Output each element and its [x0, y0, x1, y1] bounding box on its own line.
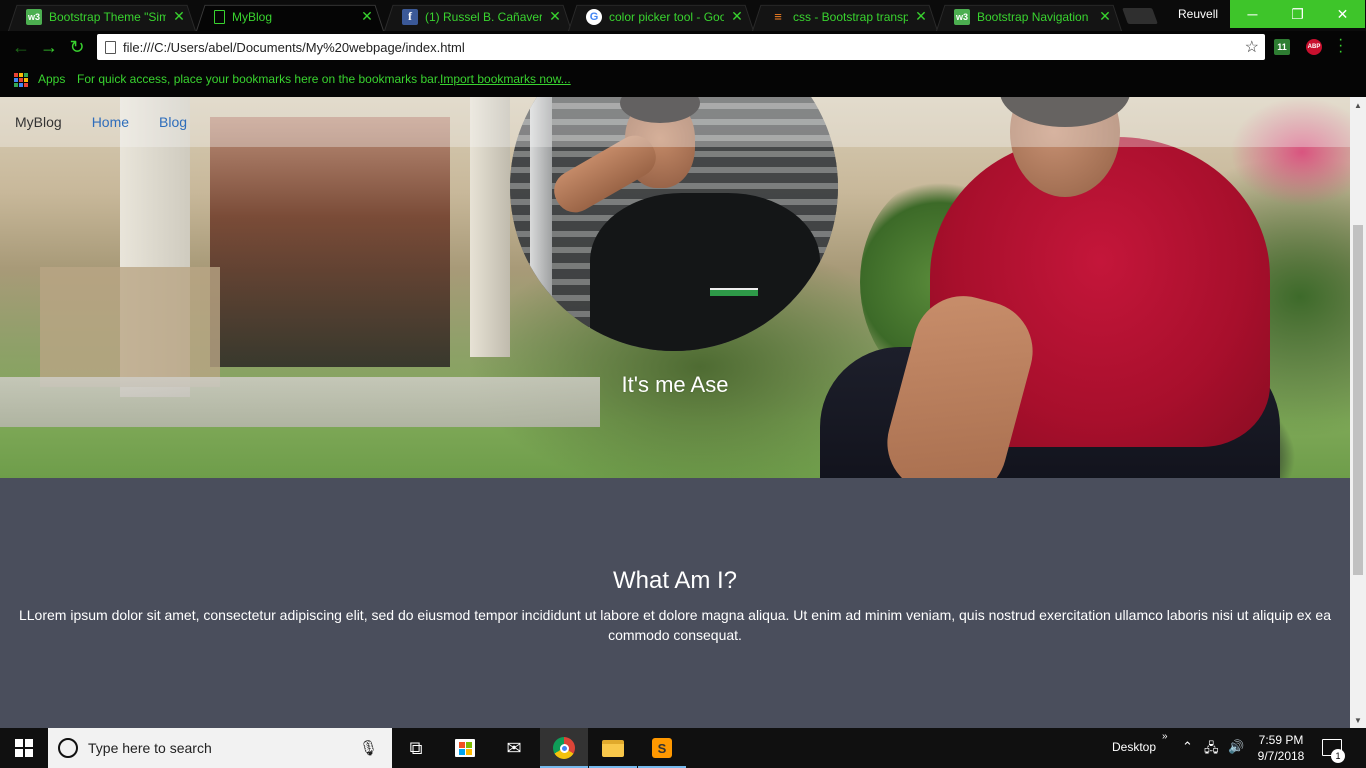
hero-banner: MyBlog Home Blog It's me Ase: [0, 97, 1350, 478]
reload-icon[interactable]: ↻: [66, 36, 88, 58]
tab-title: color picker tool - Goog: [609, 9, 724, 24]
sublime-text-icon[interactable]: S: [638, 728, 686, 768]
chrome-menu-icon[interactable]: · · ·: [1338, 32, 1343, 60]
close-tab-icon[interactable]: ✕: [548, 8, 562, 25]
facebook-icon: f: [402, 8, 418, 25]
back-arrow-icon[interactable]: ←: [10, 36, 32, 58]
portrait-detail: [590, 193, 820, 351]
system-clock[interactable]: 7:59 PM 9/7/2018: [1252, 732, 1310, 764]
tab-stackoverflow[interactable]: ≡ css - Bootstrap transpa ✕: [752, 2, 938, 31]
bookmarks-hint: For quick access, place your bookmarks h…: [77, 72, 441, 86]
calendar-extension-icon[interactable]: 11: [1274, 39, 1290, 55]
scrollbar-thumb[interactable]: [1353, 225, 1363, 575]
address-bar[interactable]: file:///C:/Users/abel/Documents/My%20web…: [97, 34, 1265, 60]
w3schools-icon: w3: [954, 8, 970, 25]
cortana-icon: [58, 738, 78, 758]
page-scrollbar[interactable]: ▲ ▼: [1350, 97, 1366, 728]
import-bookmarks-link[interactable]: Import bookmarks now...: [440, 72, 571, 86]
microphone-icon[interactable]: 🎙: [359, 739, 378, 757]
clock-date: 9/7/2018: [1257, 749, 1305, 763]
hero-background-detail: [210, 117, 450, 367]
tab-myblog[interactable]: MyBlog ✕: [196, 2, 384, 31]
search-placeholder: Type here to search: [88, 740, 212, 756]
tab-bootstrap-theme[interactable]: w3 Bootstrap Theme "Simp ✕: [8, 2, 196, 31]
about-section: What Am I? LLorem ipsum dolor sit amet, …: [0, 478, 1350, 728]
double-chevron-icon[interactable]: »: [1162, 731, 1168, 742]
new-tab-button[interactable]: [1122, 8, 1158, 24]
minimize-button[interactable]: ─: [1230, 0, 1275, 28]
scroll-up-arrow-icon[interactable]: ▲: [1350, 97, 1366, 113]
restore-button[interactable]: ❐: [1275, 0, 1320, 28]
bookmark-star-icon[interactable]: ☆: [1245, 37, 1259, 57]
close-tab-icon[interactable]: ✕: [1098, 8, 1112, 25]
apps-link[interactable]: Apps: [38, 72, 65, 86]
site-navbar: MyBlog Home Blog: [0, 97, 1350, 147]
stackoverflow-icon: ≡: [774, 9, 782, 24]
tab-title: (1) Russel B. Cañaveral: [425, 9, 542, 24]
forward-arrow-icon[interactable]: →: [38, 36, 60, 58]
apps-grid-icon[interactable]: [14, 73, 28, 87]
tab-title: css - Bootstrap transpa: [793, 9, 908, 24]
portrait-detail: [710, 288, 758, 296]
tab-facebook[interactable]: f (1) Russel B. Cañaveral ✕: [384, 2, 572, 31]
close-tab-icon[interactable]: ✕: [360, 8, 374, 25]
mail-icon[interactable]: ✉: [490, 728, 538, 768]
url-text[interactable]: file:///C:/Users/abel/Documents/My%20web…: [123, 40, 465, 55]
close-tab-icon[interactable]: ✕: [914, 8, 928, 25]
task-view-icon[interactable]: ⧉: [392, 728, 440, 768]
windows-logo-icon: [15, 739, 33, 757]
taskbar-search-box[interactable]: Type here to search 🎙: [48, 728, 392, 768]
tab-strip: w3 Bootstrap Theme "Simp ✕ MyBlog ✕ f (1…: [0, 0, 1366, 31]
about-body: LLorem ipsum dolor sit amet, consectetur…: [18, 607, 1331, 643]
scroll-down-arrow-icon[interactable]: ▼: [1350, 712, 1366, 728]
google-icon: G: [586, 8, 602, 25]
about-heading: What Am I?: [612, 567, 738, 594]
start-button[interactable]: [0, 728, 48, 768]
bookmarks-bar: Apps For quick access, place your bookma…: [0, 64, 1366, 97]
w3schools-icon: w3: [26, 8, 42, 25]
hero-caption: It's me Ase: [621, 372, 729, 397]
volume-icon[interactable]: 🔊: [1228, 739, 1244, 755]
hero-background-detail: [40, 267, 220, 387]
close-window-button[interactable]: ✕: [1320, 0, 1365, 28]
nav-link-home[interactable]: Home: [92, 114, 129, 130]
windows-taskbar: Type here to search 🎙 ⧉ ✉ S Desktop » ⌃ …: [0, 728, 1366, 768]
store-icon[interactable]: [441, 728, 489, 768]
notification-badge: 1: [1331, 749, 1345, 763]
profile-name[interactable]: Reuvell: [1178, 7, 1218, 21]
page-icon: [214, 9, 225, 24]
show-hidden-icons-icon[interactable]: ⌃: [1182, 739, 1193, 755]
close-tab-icon[interactable]: ✕: [172, 8, 186, 25]
tab-title: Bootstrap Navigation B: [977, 9, 1092, 24]
clock-time: 7:59 PM: [1258, 733, 1304, 747]
navbar-brand[interactable]: MyBlog: [15, 114, 62, 130]
browser-toolbar: ← → ↻ file:///C:/Users/abel/Documents/My…: [0, 31, 1366, 64]
close-tab-icon[interactable]: ✕: [730, 8, 744, 25]
file-explorer-icon[interactable]: [589, 728, 637, 768]
network-icon[interactable]: 🖧: [1204, 739, 1219, 761]
tab-title: Bootstrap Theme "Simp: [49, 9, 166, 24]
desktop-toolbar-label[interactable]: Desktop: [1112, 740, 1156, 754]
adblock-plus-icon[interactable]: ABP: [1306, 39, 1322, 55]
tab-color-picker[interactable]: G color picker tool - Goog ✕: [568, 2, 754, 31]
page-icon: [105, 40, 116, 54]
nav-link-blog[interactable]: Blog: [159, 114, 187, 130]
chrome-icon[interactable]: [540, 728, 588, 768]
page-viewport: MyBlog Home Blog It's me Ase What Am I? …: [0, 97, 1350, 728]
tab-bootstrap-nav[interactable]: w3 Bootstrap Navigation B ✕: [936, 2, 1122, 31]
tab-title: MyBlog: [232, 9, 273, 24]
